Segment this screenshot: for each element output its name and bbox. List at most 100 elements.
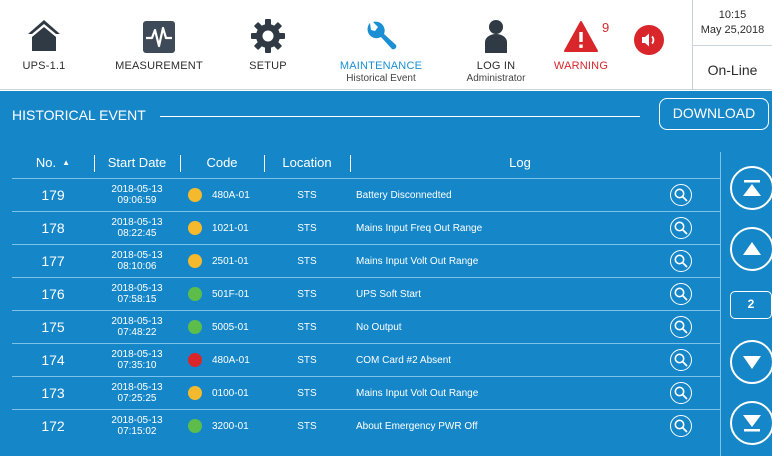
- previous-page-button[interactable]: [730, 227, 772, 271]
- event-log-text: Mains Input Volt Out Range: [356, 255, 479, 267]
- status-dot-icon: [188, 254, 202, 268]
- nav-warning-label: WARNING: [553, 60, 609, 72]
- event-detail-button[interactable]: [666, 410, 696, 442]
- first-page-button[interactable]: [730, 166, 772, 210]
- event-code-cell: 480A-01: [180, 344, 264, 376]
- event-code-cell: 0100-01: [180, 377, 264, 409]
- event-table: No. ▲ Start Date Code Location Log 179 201…: [12, 148, 720, 442]
- nav-maintenance-label: MAINTENANCE: [339, 60, 423, 72]
- clock-date: May 25,2018: [700, 24, 765, 36]
- event-code-cell: 3200-01: [180, 410, 264, 442]
- nav-maintenance[interactable]: MAINTENANCE Historical Event: [326, 0, 436, 90]
- event-number: 174: [41, 352, 65, 368]
- status-dot-icon: [188, 353, 202, 367]
- top-navigation-bar: UPS-1.1 MEASUREMENT SETUP MAINTENANCE Hi…: [0, 0, 772, 90]
- column-header-code[interactable]: Code: [180, 148, 264, 178]
- event-date: 2018-05-13: [111, 382, 163, 393]
- magnifier-icon: [670, 316, 692, 338]
- event-number: 172: [41, 418, 65, 434]
- event-location: STS: [297, 387, 317, 399]
- column-header-no[interactable]: No. ▲: [12, 148, 94, 178]
- event-location: STS: [297, 354, 317, 366]
- event-location: STS: [297, 222, 317, 234]
- table-row[interactable]: 173 2018-05-13 07:25:25 0100-01 STS Mains Inp…: [12, 376, 720, 409]
- event-detail-button[interactable]: [666, 278, 696, 310]
- historical-event-panel: HISTORICAL EVENT DOWNLOAD No. ▲ Start Dat…: [0, 91, 772, 456]
- event-time: 08:10:06: [117, 261, 157, 272]
- status-dot-icon: [188, 221, 202, 235]
- event-detail-button[interactable]: [666, 245, 696, 277]
- table-row[interactable]: 177 2018-05-13 08:10:06 2501-01 STS Mains Inp…: [12, 244, 720, 277]
- event-code: 3200-01: [212, 420, 249, 432]
- column-header-log[interactable]: Log: [350, 148, 690, 178]
- nav-measurement[interactable]: MEASUREMENT: [104, 0, 214, 90]
- event-detail-button[interactable]: [666, 344, 696, 376]
- previous-page-icon: [743, 242, 761, 255]
- event-time: 07:48:22: [117, 327, 157, 338]
- nav-login[interactable]: LOG IN Administrator: [456, 0, 536, 90]
- next-page-icon: [743, 356, 761, 369]
- event-date: 2018-05-13: [111, 415, 163, 426]
- sound-alarm-button[interactable]: [633, 24, 665, 56]
- event-location: STS: [297, 288, 317, 300]
- event-start-datetime: 2018-05-13 07:35:10: [94, 344, 180, 376]
- column-header-start-date[interactable]: Start Date: [94, 148, 180, 178]
- event-detail-button[interactable]: [666, 212, 696, 244]
- event-code: 5005-01: [212, 321, 249, 333]
- event-time: 07:15:02: [117, 426, 157, 437]
- nav-warning[interactable]: 9 WARNING: [546, 0, 616, 90]
- event-time: 08:22:45: [117, 228, 157, 239]
- last-page-button[interactable]: [730, 401, 772, 445]
- status-dot-icon: [188, 419, 202, 433]
- warning-count-badge: 9: [602, 20, 610, 35]
- table-row[interactable]: 175 2018-05-13 07:48:22 5005-01 STS No Output: [12, 310, 720, 343]
- event-code-cell: 480A-01: [180, 179, 264, 211]
- event-code: 1021-01: [212, 222, 249, 234]
- download-button[interactable]: DOWNLOAD: [659, 98, 769, 130]
- nav-login-sublabel: Administrator: [466, 73, 526, 84]
- magnifier-icon: [670, 217, 692, 239]
- event-time: 07:35:10: [117, 360, 157, 371]
- event-log-text: COM Card #2 Absent: [356, 354, 452, 366]
- warning-triangle-icon: [564, 21, 598, 52]
- event-detail-button[interactable]: [666, 311, 696, 343]
- event-date: 2018-05-13: [111, 283, 163, 294]
- status-clock-panel: 10:15 May 25,2018 On-Line: [692, 0, 772, 90]
- column-header-location[interactable]: Location: [264, 148, 350, 178]
- event-code-cell: 501F-01: [180, 278, 264, 310]
- magnifier-icon: [670, 349, 692, 371]
- event-time: 09:06:59: [117, 195, 157, 206]
- magnifier-icon: [670, 283, 692, 305]
- event-location: STS: [297, 420, 317, 432]
- next-page-button[interactable]: [730, 340, 772, 384]
- gear-icon: [251, 19, 285, 53]
- table-row[interactable]: 176 2018-05-13 07:58:15 501F-01 STS UPS Soft …: [12, 277, 720, 310]
- table-row[interactable]: 174 2018-05-13 07:35:10 480A-01 STS COM Card …: [12, 343, 720, 376]
- event-date: 2018-05-13: [111, 349, 163, 360]
- event-number: 175: [41, 319, 65, 335]
- event-code: 480A-01: [212, 354, 250, 366]
- event-code: 2501-01: [212, 255, 249, 267]
- event-start-datetime: 2018-05-13 07:58:15: [94, 278, 180, 310]
- event-code: 480A-01: [212, 189, 250, 201]
- event-detail-button[interactable]: [666, 377, 696, 409]
- event-detail-button[interactable]: [666, 179, 696, 211]
- table-row[interactable]: 179 2018-05-13 09:06:59 480A-01 STS Battery D…: [12, 178, 720, 211]
- event-start-datetime: 2018-05-13 08:22:45: [94, 212, 180, 244]
- event-date: 2018-05-13: [111, 316, 163, 327]
- table-row[interactable]: 172 2018-05-13 07:15:02 3200-01 STS About Eme…: [12, 409, 720, 442]
- page-title: HISTORICAL EVENT: [12, 107, 146, 123]
- event-number: 173: [41, 385, 65, 401]
- status-dot-icon: [188, 386, 202, 400]
- event-time: 07:25:25: [117, 393, 157, 404]
- event-code: 0100-01: [212, 387, 249, 399]
- table-row[interactable]: 178 2018-05-13 08:22:45 1021-01 STS Mains Inp…: [12, 211, 720, 244]
- nav-ups[interactable]: UPS-1.1: [12, 0, 76, 90]
- nav-maintenance-sublabel: Historical Event: [346, 73, 416, 84]
- event-date: 2018-05-13: [111, 184, 163, 195]
- nav-ups-label: UPS-1.1: [22, 60, 66, 72]
- nav-setup[interactable]: SETUP: [238, 0, 298, 90]
- event-date: 2018-05-13: [111, 217, 163, 228]
- clock-time: 10:15: [718, 9, 747, 21]
- sort-ascending-icon: ▲: [62, 158, 71, 167]
